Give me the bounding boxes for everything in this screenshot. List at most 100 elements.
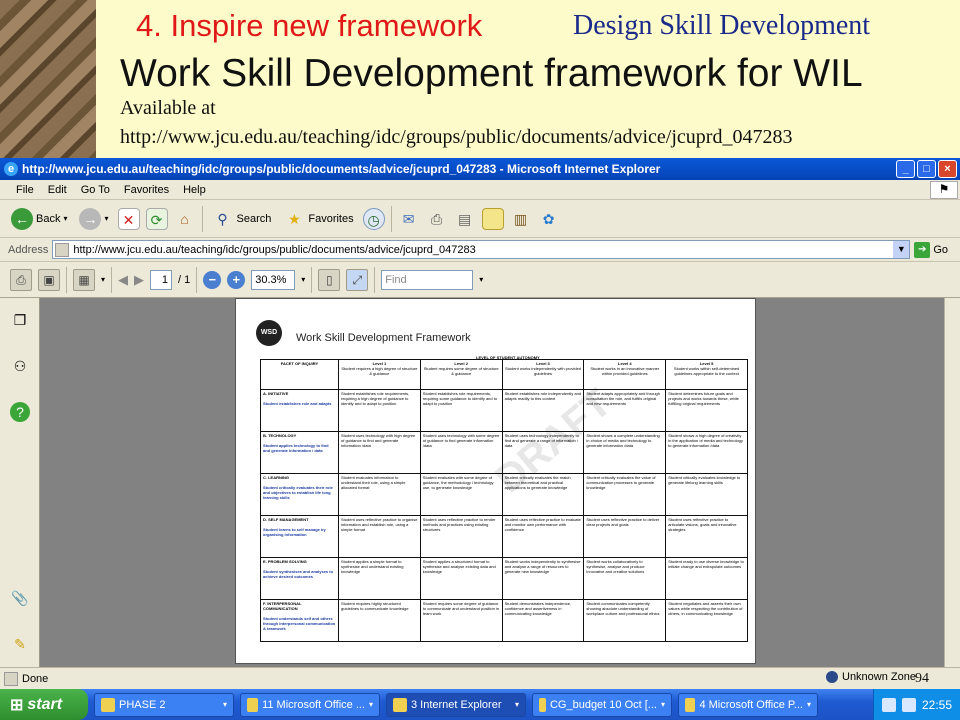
- forward-button[interactable]: → ▾: [76, 206, 111, 232]
- research-icon[interactable]: ▥: [510, 208, 532, 230]
- table-cell: Student works collaboratively to synthes…: [583, 557, 667, 600]
- search-label: Search: [236, 212, 272, 225]
- start-button[interactable]: ⊞ start: [0, 689, 88, 720]
- vertical-scrollbar[interactable]: [944, 298, 960, 667]
- stop-icon[interactable]: ✕: [117, 207, 140, 230]
- maximize-button[interactable]: □: [917, 160, 936, 178]
- facet-cell: B. TECHNOLOGY Student applies technology …: [260, 431, 339, 474]
- status-text: Done: [22, 672, 49, 685]
- table-row: D. SELF MANAGEMENT Student learns to self…: [260, 515, 748, 558]
- search-icon: ⚲: [217, 210, 228, 227]
- table-cell: Student requires some degree of guidance…: [419, 599, 503, 642]
- back-button[interactable]: ← Back ▾: [8, 206, 70, 232]
- fit-page-icon[interactable]: ⤢: [346, 268, 369, 291]
- app-icon: [539, 697, 546, 712]
- address-input[interactable]: http://www.jcu.edu.au/teaching/idc/group…: [52, 240, 911, 259]
- zoom-in-icon[interactable]: +: [227, 270, 246, 289]
- pdf-side-panel: ❐ ⚇ ? 📎 ✎: [0, 298, 40, 667]
- taskbar-button[interactable]: 11 Microsoft Office ... ▾: [240, 692, 380, 717]
- back-label: Back: [36, 212, 61, 225]
- edit-icon[interactable]: ▤: [454, 208, 476, 230]
- taskbar-button[interactable]: 3 Internet Explorer ▾: [386, 692, 526, 717]
- zoom-dropdown-icon[interactable]: ▾: [301, 275, 305, 284]
- pages-icon[interactable]: ▦: [73, 268, 95, 291]
- facet-cell: E. PROBLEM SOLVING Student synthesises an…: [260, 557, 339, 600]
- home-icon[interactable]: ⌂: [174, 208, 196, 230]
- refresh-icon[interactable]: ⟳: [145, 207, 168, 230]
- framework-table: FACET OF INQUIRY Level 1 Student requires…: [260, 359, 748, 642]
- table-cell: Student demonstrates independence, confi…: [501, 599, 585, 642]
- menu-goto[interactable]: Go To: [81, 184, 110, 196]
- pdf-toolbar: ⎙ ▣ ▦ ▾ ◀ ▶ 1 / 1 − + 30.3% ▾ ▯ ⤢ Find ▾: [0, 262, 960, 298]
- forward-dropdown-icon[interactable]: ▾: [104, 214, 108, 223]
- slide-number: 94: [915, 671, 929, 686]
- go-button[interactable]: ➔ Go: [914, 241, 948, 258]
- minimize-button[interactable]: _: [896, 160, 915, 178]
- messenger-icon[interactable]: ✿: [538, 208, 560, 230]
- facet-cell: C. LEARNING Student critically evaluates …: [260, 473, 339, 516]
- fit-width-icon[interactable]: ▯: [318, 268, 341, 291]
- browser-toolbar: ← Back ▾ → ▾ ✕ ⟳ ⌂ ⚲ Search ★ Favorites …: [0, 200, 960, 238]
- menu-bar: File Edit Go To Favorites Help ⚑: [0, 180, 960, 200]
- tray-icon[interactable]: [881, 697, 896, 712]
- window-title: http://www.jcu.edu.au/teaching/idc/group…: [22, 162, 661, 176]
- close-button[interactable]: ×: [938, 160, 957, 178]
- binoculars-icon[interactable]: ⚇: [10, 356, 30, 376]
- table-cell: Student works independently to synthesis…: [501, 557, 585, 600]
- print-pdf-icon[interactable]: ⎙: [10, 268, 32, 291]
- comments-icon[interactable]: ✎: [10, 634, 30, 654]
- menu-edit[interactable]: Edit: [48, 184, 67, 196]
- pages-dropdown-icon[interactable]: ▾: [101, 275, 105, 284]
- address-dropdown-icon[interactable]: ▼: [893, 241, 910, 258]
- pdf-viewer: ❐ ⚇ ? 📎 ✎ WSD Work Skill Development Fra…: [0, 298, 960, 667]
- group-arrow-icon: ▾: [660, 700, 665, 709]
- level-header: Level 5 Student works within self-determi…: [665, 359, 748, 390]
- window-titlebar[interactable]: e http://www.jcu.edu.au/teaching/idc/gro…: [0, 158, 960, 180]
- toolbar-divider: [196, 266, 198, 293]
- toolbar-divider: [201, 205, 203, 232]
- menu-favorites[interactable]: Favorites: [124, 184, 169, 196]
- find-input[interactable]: Find: [381, 269, 474, 290]
- level-header: Level 2 Student requires some degree of s…: [419, 359, 503, 390]
- table-cell: Student uses reflective practice to orga…: [338, 515, 421, 558]
- toolbar-divider: [374, 266, 376, 293]
- tray-icon[interactable]: [901, 697, 916, 712]
- previous-page-icon[interactable]: ◀: [118, 272, 128, 288]
- app-icon: [247, 697, 259, 712]
- save-icon[interactable]: ▣: [38, 268, 60, 291]
- help-icon[interactable]: ?: [10, 402, 30, 422]
- mail-icon[interactable]: ✉: [398, 208, 420, 230]
- pages-panel-icon[interactable]: ❐: [10, 310, 30, 330]
- table-cell: Student uses reflective practice to deli…: [583, 515, 667, 558]
- slide: 4. Inspire new framework Design Skill De…: [0, 0, 960, 720]
- taskbar-button[interactable]: 4 Microsoft Office P... ▾: [678, 692, 818, 717]
- favorites-button[interactable]: ★ Favorites: [280, 206, 356, 232]
- taskbar-button[interactable]: PHASE 2 ▾: [94, 692, 234, 717]
- security-zone: Unknown Zone: [826, 671, 916, 683]
- zoom-out-icon[interactable]: −: [203, 270, 222, 289]
- table-cell: Student shows a high degree of creativit…: [665, 431, 748, 474]
- back-dropdown-icon[interactable]: ▾: [63, 214, 67, 223]
- menu-file[interactable]: File: [16, 184, 34, 196]
- table-cell: Student uses technology independently to…: [501, 431, 585, 474]
- search-button[interactable]: ⚲ Search: [209, 206, 275, 232]
- find-dropdown-icon[interactable]: ▾: [479, 275, 483, 284]
- menu-help[interactable]: Help: [183, 184, 206, 196]
- table-cell: Student negotiates and asserts their own…: [665, 599, 748, 642]
- forward-arrow-icon: →: [79, 207, 102, 230]
- windows-taskbar: ⊞ start PHASE 2 ▾ 11 Microsoft Office ... ▾…: [0, 689, 960, 720]
- page-number-input[interactable]: 1: [150, 269, 173, 290]
- table-cell: Student uses reflective practice to eval…: [501, 515, 585, 558]
- taskbar-button[interactable]: CG_budget 10 Oct [... ▾: [532, 692, 672, 717]
- table-cell: Student applies a structured format to s…: [419, 557, 503, 600]
- next-page-icon[interactable]: ▶: [134, 272, 144, 288]
- history-icon[interactable]: ◷: [362, 207, 385, 230]
- facet-cell: F. INTERPERSONAL COMMUNICATION Student un…: [260, 599, 339, 642]
- page-total: / 1: [178, 273, 191, 286]
- windows-logo-icon: ⊞: [10, 696, 24, 714]
- source-url: http://www.jcu.edu.au/teaching/idc/group…: [120, 126, 793, 148]
- attachment-icon[interactable]: 📎: [10, 588, 30, 608]
- zoom-level-input[interactable]: 30.3%: [251, 269, 296, 290]
- print-icon[interactable]: ⎙: [426, 208, 448, 230]
- notes-icon[interactable]: [481, 207, 504, 230]
